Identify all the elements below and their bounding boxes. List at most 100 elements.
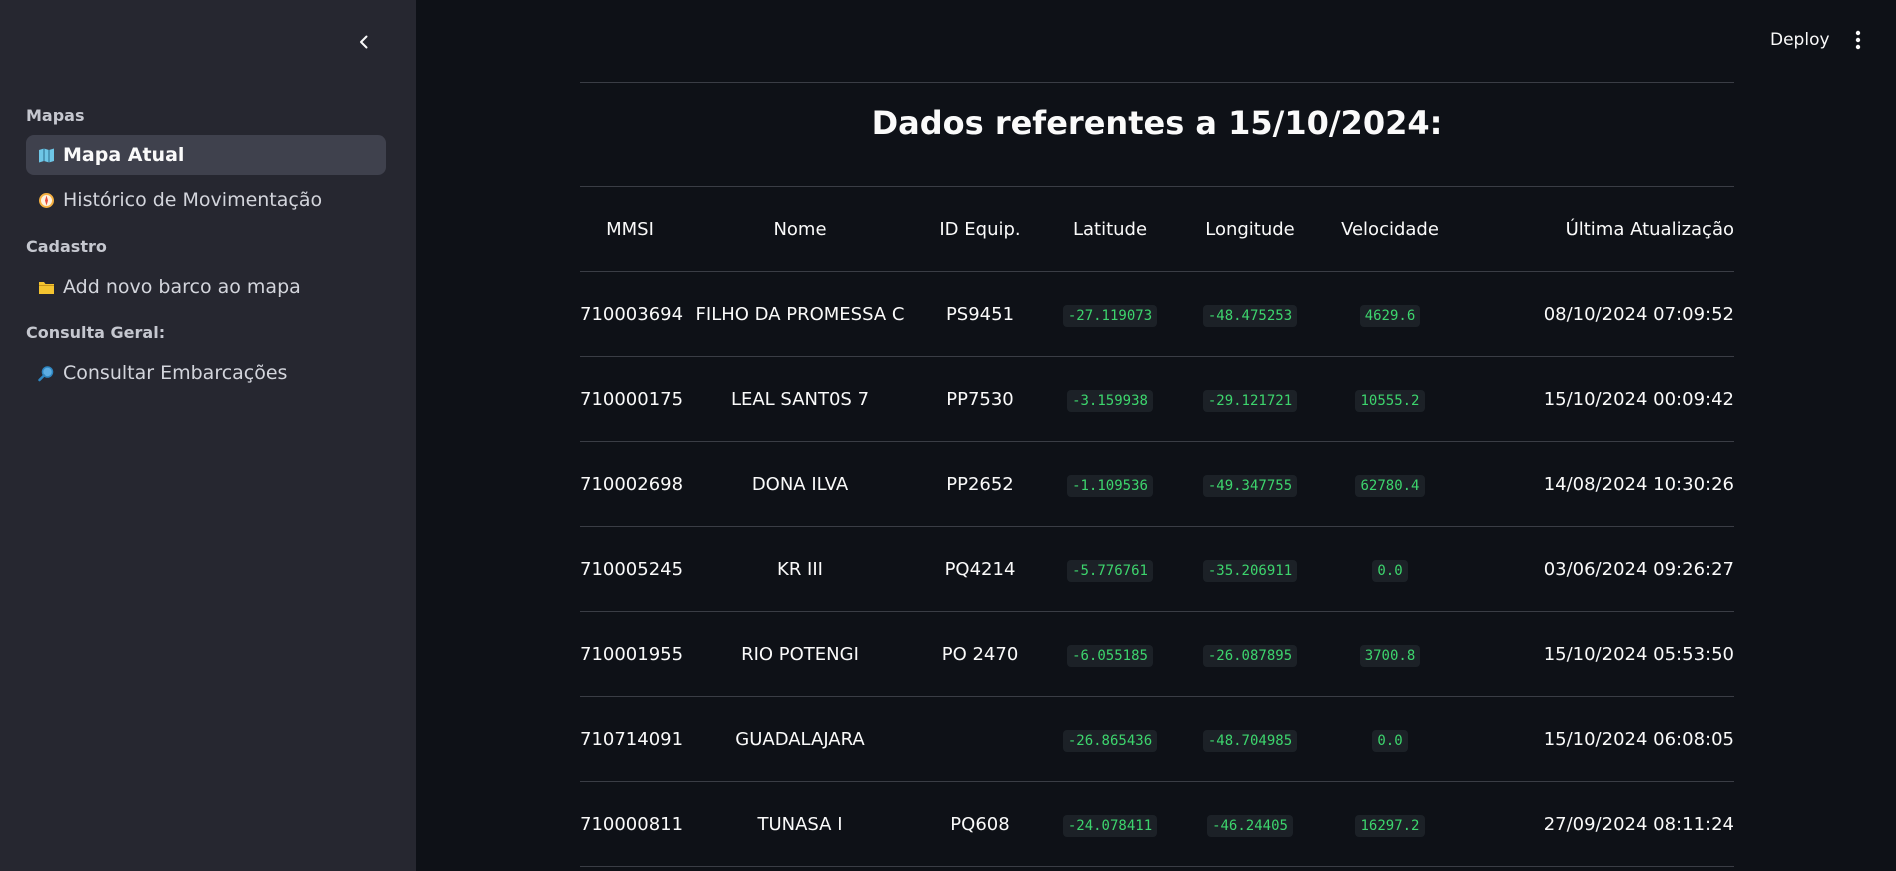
column-header-nome: Nome [680,186,920,272]
code-value: -48.704985 [1202,729,1298,752]
cell-ultima-atualizacao: 14/08/2024 10:30:26 [1460,441,1734,527]
cell-velocidade: 16297.2 [1320,781,1460,867]
sidebar-item-label: Consultar Embarcações [63,362,288,384]
code-value: 0.0 [1372,559,1408,582]
code-value: -24.078411 [1062,814,1158,837]
sidebar-item-label: Add novo barco ao mapa [63,276,301,298]
cell-id-equip: PP7530 [920,356,1040,442]
table-row: 710000175 LEAL SANT0S 7 PP7530 -3.159938 -29… [580,356,1734,442]
code-value: -48.475253 [1202,304,1298,327]
cell-nome: KR III [680,526,920,612]
cell-nome: RIO POTENGI [680,611,920,697]
cell-nome: DONA ILVA [680,441,920,527]
cell-latitude: -3.159938 [1040,356,1180,442]
table-header-row: MMSI Nome ID Equip. Latitude Longitude V… [580,186,1734,272]
sidebar: Mapas Mapa Atual Histórico de Movimentaç… [0,0,416,871]
code-value: 3700.8 [1359,644,1421,667]
cell-velocidade: 10555.2 [1320,356,1460,442]
section-cadastro: Cadastro [26,237,107,256]
folder-icon [38,279,55,296]
cell-latitude: -6.055185 [1040,611,1180,697]
cell-longitude: -49.347755 [1180,441,1320,527]
code-value: -26.865436 [1062,729,1158,752]
table-row: 710005245 KR III PQ4214 -5.776761 -35.206911… [580,526,1734,612]
code-value: 4629.6 [1359,304,1421,327]
cell-longitude: -29.121721 [1180,356,1320,442]
sidebar-item-add-barco[interactable]: Add novo barco ao mapa [26,267,386,307]
code-value: -6.055185 [1067,644,1153,667]
sidebar-item-historico[interactable]: Histórico de Movimentação [26,180,386,220]
map-icon [38,147,55,164]
table-row: 710003694 FILHO DA PROMESSA C PS9451 -27.11… [580,271,1734,357]
cell-mmsi: 710003694 [580,271,683,357]
data-table: MMSI Nome ID Equip. Latitude Longitude V… [580,186,1734,867]
cell-ultima-atualizacao: 15/10/2024 05:53:50 [1460,611,1734,697]
table-row: 710714091 GUADALAJARA -26.865436 -48.704985… [580,696,1734,782]
collapse-sidebar-button[interactable] [350,28,378,56]
code-value: -26.087895 [1202,644,1298,667]
sidebar-item-label: Mapa Atual [63,144,185,166]
magnifier-icon [38,365,55,382]
cell-mmsi: 710714091 [580,696,683,782]
cell-id-equip: PO 2470 [920,611,1040,697]
main-content: Dados referentes a 15/10/2024: MMSI Nome [580,0,1734,871]
cell-longitude: -48.704985 [1180,696,1320,782]
cell-id-equip: PQ608 [920,781,1040,867]
section-consulta-geral: Consulta Geral: [26,323,166,342]
column-header-ultima-atualizacao: Última Atualização [1460,186,1734,272]
sidebar-item-label: Histórico de Movimentação [63,189,323,211]
table-row: 710002698 DONA ILVA PP2652 -1.109536 -49.347… [580,441,1734,527]
code-value: -29.121721 [1202,389,1298,412]
cell-longitude: -35.206911 [1180,526,1320,612]
cell-velocidade: 3700.8 [1320,611,1460,697]
cell-ultima-atualizacao: 27/09/2024 08:11:24 [1460,781,1734,867]
cell-nome: GUADALAJARA [680,696,920,782]
column-header-mmsi: MMSI [580,186,680,272]
cell-id-equip: PP2652 [920,441,1040,527]
cell-nome: LEAL SANT0S 7 [680,356,920,442]
cell-velocidade: 0.0 [1320,526,1460,612]
cell-nome: TUNASA I [680,781,920,867]
code-value: 16297.2 [1355,814,1425,837]
cell-mmsi: 710002698 [580,441,683,527]
column-header-velocidade: Velocidade [1320,186,1460,272]
cell-latitude: -24.078411 [1040,781,1180,867]
cell-ultima-atualizacao: 15/10/2024 00:09:42 [1460,356,1734,442]
cell-ultima-atualizacao: 15/10/2024 06:08:05 [1460,696,1734,782]
sidebar-item-consultar[interactable]: Consultar Embarcações [26,353,386,393]
code-value: -3.159938 [1067,389,1153,412]
kebab-menu-icon [1855,30,1861,50]
main-menu-button[interactable] [1848,26,1868,54]
cell-id-equip: PQ4214 [920,526,1040,612]
code-value: 10555.2 [1355,389,1425,412]
code-value: -1.109536 [1067,474,1153,497]
column-header-longitude: Longitude [1180,186,1320,272]
column-header-latitude: Latitude [1040,186,1180,272]
cell-ultima-atualizacao: 08/10/2024 07:09:52 [1460,271,1734,357]
cell-mmsi: 710000175 [580,356,683,442]
cell-id-equip [920,696,1040,782]
code-value: -46.24405 [1207,814,1293,837]
column-header-id-equip: ID Equip. [920,186,1040,272]
sidebar-item-mapa-atual[interactable]: Mapa Atual [26,135,386,175]
app: Mapas Mapa Atual Histórico de Movimentaç… [0,0,1896,871]
cell-ultima-atualizacao: 03/06/2024 09:26:27 [1460,526,1734,612]
cell-nome: FILHO DA PROMESSA C [680,271,920,357]
chevron-left-icon [360,35,368,49]
code-value: -35.206911 [1202,559,1298,582]
cell-longitude: -46.24405 [1180,781,1320,867]
cell-latitude: -26.865436 [1040,696,1180,782]
cell-latitude: -5.776761 [1040,526,1180,612]
cell-mmsi: 710001955 [580,611,683,697]
section-mapas: Mapas [26,106,85,125]
code-value: -49.347755 [1202,474,1298,497]
divider [580,82,1734,83]
table-row: 710000811 TUNASA I PQ608 -24.078411 -46.2440… [580,781,1734,867]
table-body: 710003694 FILHO DA PROMESSA C PS9451 -27.11… [580,271,1734,867]
cell-latitude: -27.119073 [1040,271,1180,357]
code-value: -5.776761 [1067,559,1153,582]
cell-velocidade: 62780.4 [1320,441,1460,527]
code-value: 62780.4 [1355,474,1425,497]
cell-mmsi: 710000811 [580,781,683,867]
deploy-button[interactable]: Deploy [1762,26,1838,54]
